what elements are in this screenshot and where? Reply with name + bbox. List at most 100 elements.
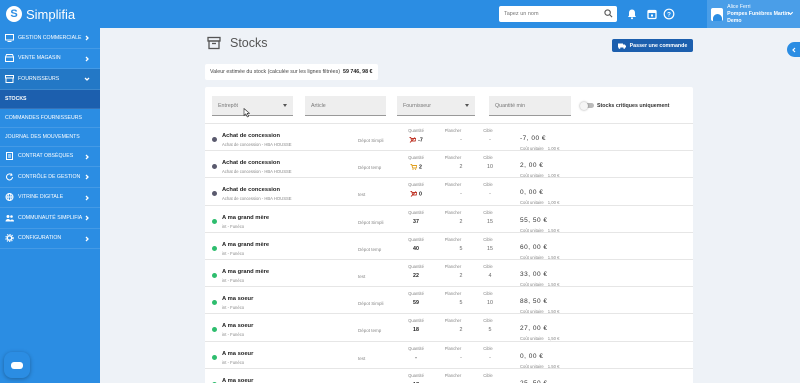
warehouse-select-label: Entrepôt bbox=[218, 102, 239, 109]
table-row[interactable]: Achat de concession Achat de concession -… bbox=[205, 123, 693, 151]
quantity-label: Quantité bbox=[408, 372, 424, 378]
product-subtitle: int - Funéco bbox=[222, 223, 245, 229]
status-dot bbox=[212, 218, 217, 224]
table-row[interactable]: A ma soeurint - FunécoDépot SimpliQuanti… bbox=[205, 367, 693, 383]
chat-button[interactable] bbox=[4, 352, 30, 378]
floor-label: Plancher bbox=[444, 128, 462, 133]
table-row[interactable]: A ma grand mère int - Funéco Dépot temp Qua… bbox=[205, 231, 693, 260]
target-value: 5 bbox=[488, 327, 492, 334]
product-subtitle: int - Funéco bbox=[222, 278, 245, 283]
status-dot bbox=[212, 164, 217, 170]
product-name[interactable]: A ma soeur bbox=[222, 323, 253, 329]
top-bar: S Simplifia ? Alice Ferri Pompes Funèbre… bbox=[0, 0, 800, 28]
product-name[interactable]: A ma soeur bbox=[222, 296, 253, 302]
quantity-value: 18 bbox=[413, 327, 419, 334]
table-row[interactable]: A ma soeur int - Funéco Dépot temp Quantité… bbox=[205, 313, 693, 341]
floor-value: 2 bbox=[459, 327, 463, 334]
floor-value: 5 bbox=[459, 245, 463, 252]
quantity-label: Quantité bbox=[408, 128, 424, 133]
sidebar-item-fournisseurs[interactable]: Fournisseurs bbox=[0, 69, 100, 90]
status-dot bbox=[212, 300, 217, 306]
warehouse-name: Dépot temp bbox=[358, 165, 382, 171]
table-row[interactable]: Achat de concession Achat de concession -… bbox=[205, 150, 693, 178]
sidebar-item-stocks[interactable]: Stocks bbox=[0, 89, 100, 109]
app-logo[interactable]: S Simplifia bbox=[6, 5, 75, 23]
help-icon[interactable]: ? bbox=[663, 8, 675, 20]
product-subtitle: int - Funéco bbox=[222, 305, 245, 311]
sidebar-item-contrat-obseques[interactable]: Contrat obsèques bbox=[0, 147, 100, 167]
chevron-left-icon bbox=[791, 47, 795, 52]
search-input[interactable] bbox=[499, 11, 599, 17]
page-title: Stocks bbox=[230, 36, 268, 50]
chevron-right-icon bbox=[85, 35, 89, 41]
product-name[interactable]: A ma grand mère bbox=[222, 242, 269, 248]
warning-cart-icon bbox=[410, 164, 418, 171]
sidebar-item-configuration[interactable]: Configuration bbox=[0, 229, 100, 249]
collapse-panel-button[interactable] bbox=[787, 42, 800, 57]
place-order-button[interactable]: Passer une commande bbox=[612, 39, 693, 52]
table-row[interactable]: A ma grand mère int - Funéco Dépot Simpli Q… bbox=[205, 204, 693, 233]
quantity-value: 37 bbox=[413, 218, 419, 225]
product-name[interactable]: Achat de concession bbox=[222, 133, 280, 139]
article-filter-input[interactable]: Article bbox=[305, 96, 386, 116]
table-row[interactable]: Achat de concession Achat de concession -… bbox=[205, 177, 693, 205]
quantity-value: 0 bbox=[401, 191, 431, 198]
sidebar-item-journal-des-mouvements[interactable]: Journal des mouvements bbox=[0, 128, 100, 147]
min-quantity-input[interactable]: Quantité min bbox=[489, 96, 571, 116]
product-name[interactable]: A ma soeur bbox=[222, 351, 253, 357]
target-value: 15 bbox=[487, 218, 493, 225]
gear-icon bbox=[5, 234, 14, 243]
sidebar-item-controle-de-gestion[interactable]: Contrôle de gestion bbox=[0, 167, 100, 188]
sidebar-item-label: Communauté Simplifia bbox=[18, 214, 83, 221]
sidebar: Gestion commerciale Vente magasin Fourniss… bbox=[0, 28, 100, 383]
warehouse-name: test bbox=[358, 274, 366, 279]
sidebar-item-communaute-simplifia[interactable]: Communauté Simplifia bbox=[0, 208, 100, 229]
sidebar-item-vente-magasin[interactable]: Vente magasin bbox=[0, 49, 100, 69]
status-dot bbox=[212, 273, 217, 278]
warehouse-name: Dépot Simpli bbox=[358, 219, 384, 225]
sidebar-item-commandes-fournisseurs[interactable]: Commandes fournisseurs bbox=[0, 109, 100, 128]
product-name[interactable]: A ma grand mère bbox=[222, 215, 269, 221]
total-cost: 33, 00 € bbox=[520, 271, 548, 278]
floor-label: Plancher bbox=[444, 264, 462, 269]
warehouse-select[interactable]: Entrepôt bbox=[212, 96, 293, 118]
product-name[interactable]: A ma soeur bbox=[222, 378, 253, 383]
table-row[interactable]: A ma soeur int - Funéco test Quantité - Planc… bbox=[205, 340, 693, 369]
user-menu[interactable]: Alice Ferri Pompes Funèbres Martin Demo bbox=[707, 0, 800, 28]
place-order-label: Passer une commande bbox=[629, 42, 688, 49]
quantity-value: 2 bbox=[401, 164, 431, 171]
desktop-icon bbox=[5, 33, 14, 42]
critical-stock-toggle[interactable] bbox=[580, 101, 594, 110]
globe-icon bbox=[5, 193, 14, 202]
global-search[interactable] bbox=[499, 6, 617, 22]
target-label: Cible bbox=[483, 128, 493, 133]
sidebar-item-label: Journal des mouvements bbox=[5, 133, 80, 140]
chevron-right-icon bbox=[85, 154, 89, 159]
bell-icon[interactable] bbox=[626, 8, 638, 20]
total-cost: 60, 00 € bbox=[520, 243, 548, 251]
product-name[interactable]: Achat de concession bbox=[222, 160, 280, 166]
calendar-icon[interactable] bbox=[646, 8, 658, 20]
critical-stock-label: Stocks critiques uniquement bbox=[597, 103, 670, 109]
sidebar-item-vitrine-digitale[interactable]: Vitrine digitale bbox=[0, 188, 100, 208]
status-dot bbox=[212, 327, 217, 333]
sidebar-item-label: Fournisseurs bbox=[18, 75, 60, 82]
product-name[interactable]: A ma grand mère bbox=[222, 269, 269, 275]
product-name[interactable]: Achat de concession bbox=[222, 187, 280, 193]
sidebar-item-gestion-commerciale[interactable]: Gestion commerciale bbox=[0, 28, 100, 49]
article-filter-placeholder: Article bbox=[311, 102, 326, 109]
warehouse-name: Dépot temp bbox=[358, 246, 382, 252]
svg-text:?: ? bbox=[667, 11, 671, 18]
quantity-label: Quantité bbox=[408, 318, 424, 324]
floor-label: Plancher bbox=[444, 236, 462, 242]
table-row[interactable]: A ma soeurint - FunécoDépot SimpliQuanti… bbox=[205, 286, 693, 314]
table-row[interactable]: A ma grand mère int - Funéco test Quantité 2… bbox=[205, 259, 693, 287]
chat-icon bbox=[11, 361, 23, 369]
search-icon[interactable] bbox=[604, 9, 613, 18]
quantity-value: - bbox=[415, 354, 417, 361]
quantity-value: -7 bbox=[401, 137, 431, 143]
supplier-select[interactable]: Fournisseur bbox=[397, 96, 475, 116]
target-label: Cible bbox=[483, 264, 493, 269]
chevron-down-icon[interactable] bbox=[787, 10, 794, 17]
target-label: Cible bbox=[483, 182, 493, 188]
